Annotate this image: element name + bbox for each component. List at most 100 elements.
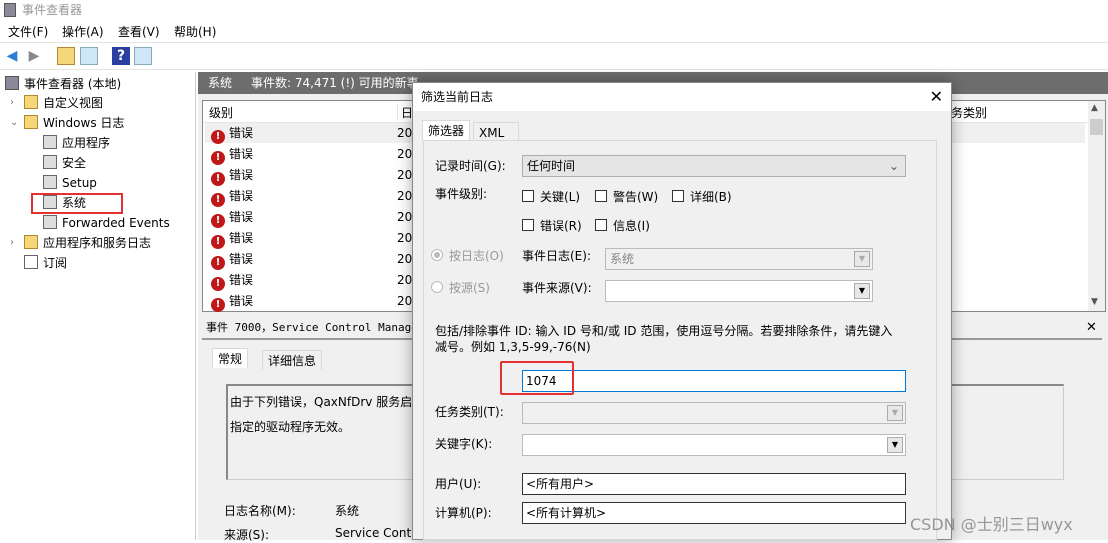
keywords-select[interactable]: ▼: [522, 434, 906, 456]
radio-label: 按源(S): [449, 281, 490, 295]
app-icon: [4, 3, 16, 17]
scroll-thumb[interactable]: [1090, 119, 1103, 135]
checkbox-warning[interactable]: 警告(W): [595, 188, 658, 205]
radio-by-log[interactable]: 按日志(O): [431, 247, 504, 264]
tree-windows-logs[interactable]: ⌄ Windows 日志: [10, 113, 124, 133]
tree-app-service-logs[interactable]: › 应用程序和服务日志: [10, 233, 151, 253]
event-logs-label: 事件日志(E):: [522, 249, 591, 263]
show-action-pane-icon[interactable]: [134, 47, 152, 65]
row-level: 错误: [229, 231, 254, 245]
radio-icon: [431, 281, 443, 293]
scroll-up-icon[interactable]: ▲: [1091, 103, 1098, 113]
filter-panel: 记录时间(G): 任何时间 ⌄ 事件级别: 关键(L) 警告(W) 详细(B) 错…: [423, 140, 937, 540]
tree-item-security[interactable]: 安全: [43, 153, 86, 173]
window-title: 事件查看器: [22, 3, 83, 17]
expand-icon[interactable]: ›: [10, 93, 14, 113]
event-logs-select[interactable]: 系统 ▼: [605, 248, 873, 270]
column-level[interactable]: 级别: [209, 104, 233, 121]
tree-label: 应用程序: [62, 136, 111, 150]
tab-filter[interactable]: 筛选器: [422, 120, 471, 141]
user-input[interactable]: <所有用户>: [522, 473, 906, 495]
event-logs-value: 系统: [610, 252, 635, 266]
navigation-tree: 事件查看器 (本地) › 自定义视图 ⌄ Windows 日志 应用程序 安全 Se…: [0, 72, 196, 540]
logged-label: 记录时间(G):: [435, 159, 506, 173]
checkbox-verbose[interactable]: 详细(B): [672, 188, 732, 205]
checkbox-icon: [595, 219, 607, 231]
checkbox-icon: [522, 219, 534, 231]
tree-item-application[interactable]: 应用程序: [43, 133, 110, 153]
radio-by-source[interactable]: 按源(S): [431, 279, 490, 296]
close-detail-icon[interactable]: ✕: [1086, 320, 1097, 335]
error-icon: !: [211, 256, 225, 270]
folder-icon: [24, 115, 38, 129]
menu-bar: 文件(F) 操作(A) 查看(V) 帮助(H): [0, 20, 1108, 42]
checkbox-label: 信息(I): [613, 219, 650, 233]
scroll-down-icon[interactable]: ▼: [1091, 297, 1098, 307]
error-icon: !: [211, 193, 225, 207]
tree-root[interactable]: 事件查看器 (本地): [5, 74, 121, 94]
source-label: 来源(S):: [224, 528, 270, 542]
tree-label: 事件查看器 (本地): [24, 77, 122, 91]
tree-item-setup[interactable]: Setup: [43, 173, 97, 193]
chevron-down-icon: ⌄: [888, 159, 899, 173]
error-icon: !: [211, 172, 225, 186]
column-date[interactable]: 日: [397, 104, 413, 121]
computer-input[interactable]: <所有计算机>: [522, 502, 906, 524]
row-level: 错误: [229, 126, 254, 140]
task-category-select[interactable]: ▼: [522, 402, 906, 424]
tree-subscriptions[interactable]: 订阅: [24, 253, 67, 273]
row-level: 错误: [229, 168, 254, 182]
checkbox-label: 警告(W): [613, 190, 659, 204]
event-id-hint: 包括/排除事件 ID: 输入 ID 号和/或 ID 范围，使用逗号分隔。若要排除…: [435, 324, 893, 338]
tab-general[interactable]: 常规: [212, 348, 249, 368]
error-icon: !: [211, 130, 225, 144]
checkbox-icon: [522, 190, 534, 202]
radio-icon: [431, 249, 443, 261]
logged-select[interactable]: 任何时间 ⌄: [522, 155, 906, 177]
show-tree-icon[interactable]: [80, 47, 98, 65]
user-label: 用户(U):: [435, 477, 482, 491]
column-task-category[interactable]: 务类别: [951, 104, 987, 121]
log-name: 系统: [208, 76, 233, 90]
radio-label: 按日志(O): [449, 249, 504, 263]
event-viewer-icon: [5, 76, 19, 90]
checkbox-information[interactable]: 信息(I): [595, 217, 650, 234]
tree-item-forwarded-events[interactable]: Forwarded Events: [43, 213, 170, 233]
row-date: 20: [397, 294, 413, 308]
event-id-input[interactable]: 1074: [522, 370, 906, 392]
dropdown-icon: ▼: [887, 405, 903, 421]
tree-label: 订阅: [43, 256, 68, 270]
vertical-scrollbar[interactable]: ▲ ▼: [1088, 101, 1105, 311]
tab-xml[interactable]: XML: [473, 122, 519, 142]
level-label: 事件级别:: [435, 187, 488, 201]
error-icon: !: [211, 151, 225, 165]
menu-action[interactable]: 操作(A): [62, 23, 104, 40]
close-icon[interactable]: ✕: [930, 83, 943, 111]
expand-icon[interactable]: ›: [10, 233, 14, 253]
menu-view[interactable]: 查看(V): [118, 23, 160, 40]
event-sources-select[interactable]: ▼: [605, 280, 873, 302]
row-level: 错误: [229, 189, 254, 203]
tree-label: 自定义视图: [43, 96, 104, 110]
tab-details[interactable]: 详细信息: [262, 350, 323, 370]
forward-icon[interactable]: ▶: [25, 47, 43, 65]
collapse-icon[interactable]: ⌄: [10, 113, 18, 133]
dialog-title: 筛选当前日志: [421, 90, 494, 104]
checkbox-error[interactable]: 错误(R): [522, 217, 582, 234]
menu-file[interactable]: 文件(F): [8, 23, 48, 40]
tree-label: Forwarded Events: [62, 216, 170, 230]
log-icon: [43, 135, 57, 149]
highlight-box: [31, 193, 123, 214]
menu-help[interactable]: 帮助(H): [174, 23, 216, 40]
back-icon[interactable]: ◀: [3, 47, 21, 65]
row-level: 错误: [229, 210, 254, 224]
folder-up-icon[interactable]: [57, 47, 75, 65]
row-level: 错误: [229, 147, 254, 161]
checkbox-label: 错误(R): [540, 219, 582, 233]
row-level: 错误: [229, 252, 254, 266]
folder-icon: [24, 95, 38, 109]
tree-custom-views[interactable]: › 自定义视图: [10, 93, 104, 113]
row-date: 20: [397, 126, 413, 140]
checkbox-critical[interactable]: 关键(L): [522, 188, 580, 205]
help-icon[interactable]: ?: [112, 47, 130, 65]
